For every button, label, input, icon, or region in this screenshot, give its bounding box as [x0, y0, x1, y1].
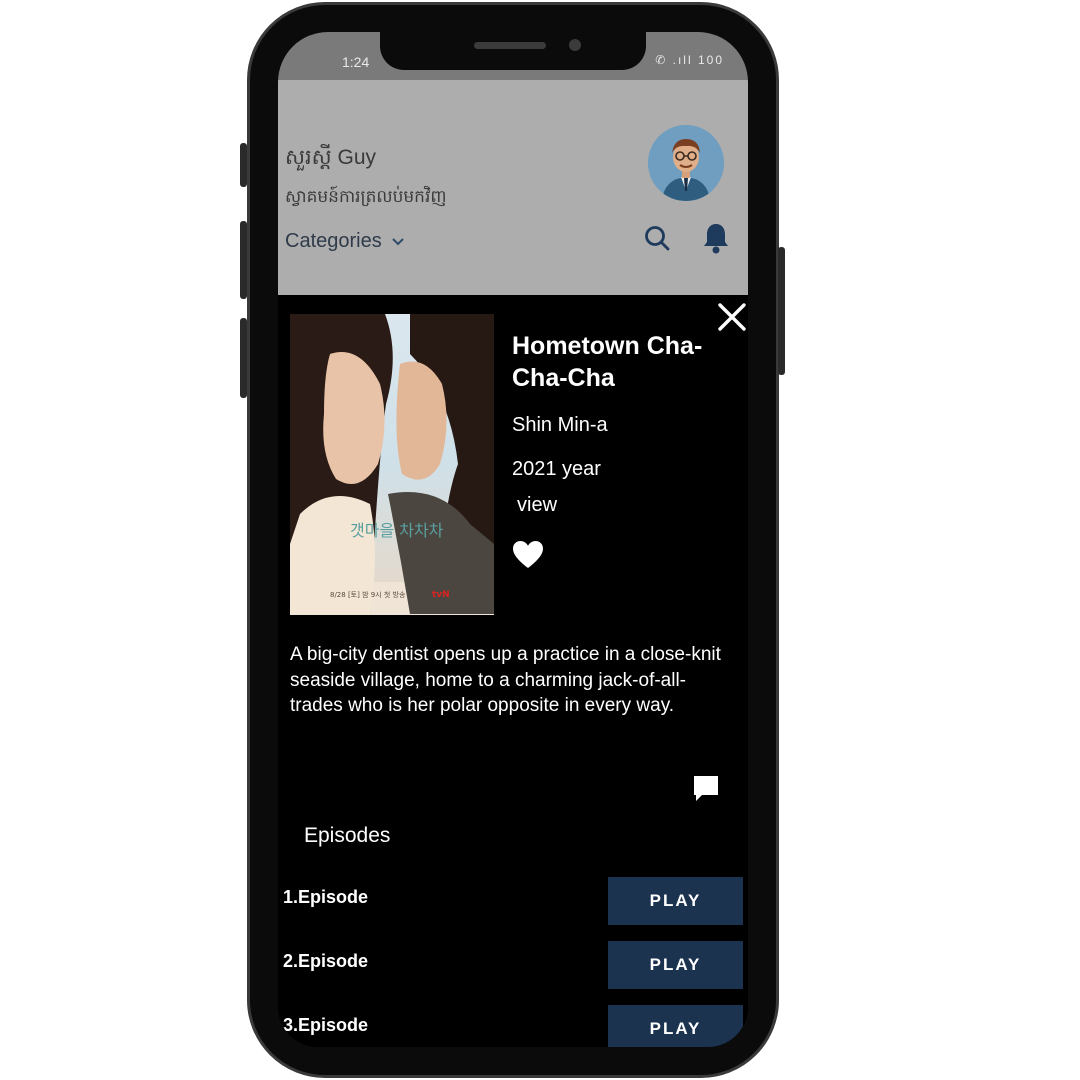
episode-label: 1.Episode [283, 887, 369, 907]
search-icon[interactable] [644, 225, 670, 251]
chevron-down-icon [392, 234, 404, 249]
app-header: សួរស្តី Guy ស្វាគមន៍ការត្រលប់មកវិញ Categ… [278, 80, 748, 295]
categories-dropdown[interactable]: Categories [285, 230, 404, 253]
poster-date-line: 8/28 [토] 밤 9시 첫 방송 [330, 590, 406, 599]
phone-notch [380, 30, 646, 70]
volume-down-button [240, 318, 247, 398]
user-avatar[interactable] [648, 125, 724, 201]
show-description: A big-city dentist opens up a practice i… [290, 644, 721, 716]
mute-switch [240, 143, 247, 187]
heart-icon[interactable] [512, 540, 544, 570]
episode-label: 2.Episode [283, 951, 369, 971]
volume-up-button [240, 221, 247, 299]
bell-icon[interactable] [702, 222, 730, 254]
speaker-grille [474, 42, 546, 49]
episode-row: 3.Episode PLAY [278, 1005, 748, 1047]
status-time: 1:24 [342, 54, 370, 70]
episode-label: 3.Episode [283, 1015, 369, 1035]
comment-icon[interactable] [692, 774, 720, 804]
play-button[interactable]: PLAY [608, 1005, 743, 1047]
view-count-label: view [517, 494, 558, 516]
play-button[interactable]: PLAY [608, 941, 743, 989]
show-title: Hometown Cha-Cha-Cha [512, 332, 703, 392]
power-button [778, 247, 785, 375]
episode-row: 1.Episode PLAY [278, 877, 748, 925]
show-actor: Shin Min-a [512, 414, 608, 436]
welcome-back-text: ស្វាគមន៍ការត្រលប់មកវិញ [285, 187, 447, 206]
app-screen: 1:24 ✆ .ıll 100 សួរស្តី Guy ស្វាគមន៍ការត… [278, 32, 748, 1047]
play-button[interactable]: PLAY [608, 877, 743, 925]
episode-row: 2.Episode PLAY [278, 941, 748, 989]
poster-network: tvN [432, 590, 450, 600]
show-year: 2021 year [512, 458, 601, 480]
front-camera [569, 39, 581, 51]
poster-korean-title: 갯마을 차차차 [350, 521, 444, 540]
greeting-text: សួរស្តី Guy [285, 146, 377, 169]
episodes-heading: Episodes [304, 824, 391, 847]
categories-label: Categories [285, 230, 382, 252]
status-icons: ✆ .ıll 100 [655, 53, 724, 67]
close-icon[interactable] [717, 302, 747, 332]
poster-image: 갯마을 차차차 8/28 [토] 밤 9시 첫 방송 tvN [290, 314, 494, 615]
